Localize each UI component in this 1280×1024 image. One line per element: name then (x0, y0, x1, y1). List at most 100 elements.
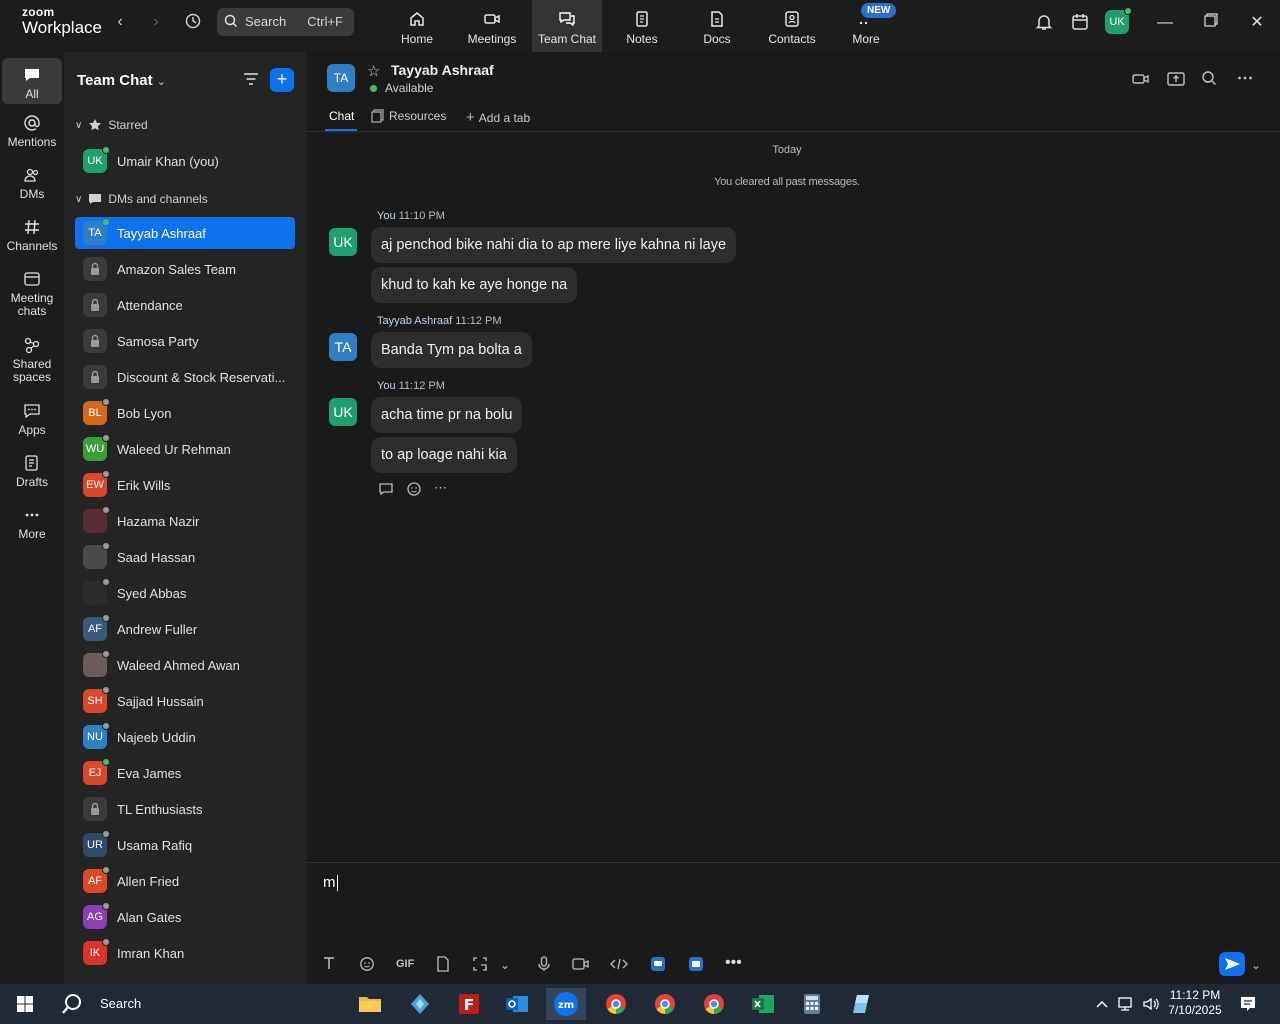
rail-dms[interactable]: DMs (2, 166, 62, 201)
nav-docs[interactable]: Docs (682, 0, 752, 52)
more-icon[interactable]: ••• (725, 954, 742, 972)
chrome-icon[interactable] (694, 988, 734, 1020)
message-bubble[interactable]: to ap loage nahi kia (371, 437, 517, 473)
nav-notes[interactable]: Notes (607, 0, 677, 52)
sidebar-item-attendance[interactable]: Attendance (75, 289, 295, 321)
chrome-icon[interactable] (645, 988, 685, 1020)
sidebar-item-erik-wills[interactable]: EW Erik Wills (75, 469, 295, 501)
tab-resources[interactable]: Resources (371, 109, 446, 123)
chrome-icon[interactable] (596, 988, 636, 1020)
sidebar-item-usama-rafiq[interactable]: UR Usama Rafiq (75, 829, 295, 861)
sidebar-item-bob-lyon[interactable]: BL Bob Lyon (75, 397, 295, 429)
restore-button[interactable] (1200, 12, 1222, 34)
sidebar-item-hazama-nazir[interactable]: Hazama Nazir (75, 505, 295, 537)
nav-contacts[interactable]: Contacts (757, 0, 827, 52)
close-button[interactable]: ✕ (1246, 12, 1268, 34)
file-explorer-icon[interactable] (350, 988, 390, 1020)
more-options-icon[interactable] (1237, 70, 1253, 89)
rail-all[interactable]: All (2, 58, 62, 104)
text-format-icon[interactable] (322, 956, 336, 973)
minimize-button[interactable]: — (1154, 12, 1176, 34)
app-shortcut-icon[interactable] (688, 956, 704, 975)
sidebar-item-allen-fried[interactable]: AF Allen Fried (75, 865, 295, 897)
sidebar-item-tl-enthusiasts[interactable]: TL Enthusiasts (75, 793, 295, 825)
global-search-box[interactable]: Search Ctrl+F (217, 8, 354, 36)
sidebar-item-sajjad-hussain[interactable]: SH Sajjad Hussain (75, 685, 295, 717)
calculator-icon[interactable] (792, 988, 832, 1020)
starred-section-header[interactable]: ∨ Starred (75, 115, 148, 135)
tab-chat[interactable]: Chat (329, 109, 354, 123)
rail-apps[interactable]: Apps (2, 402, 62, 437)
message-bubble[interactable]: Banda Tym pa bolta a (371, 332, 532, 368)
code-snippet-icon[interactable] (610, 956, 628, 975)
reply-icon[interactable] (378, 481, 394, 500)
nav-team-chat[interactable]: Team Chat (532, 0, 602, 52)
dms-section-header[interactable]: ∨ DMs and channels (75, 189, 208, 209)
avatar[interactable]: TA (329, 333, 357, 361)
back-arrow-icon[interactable]: ‹ (110, 12, 130, 32)
windows-start-icon[interactable] (5, 988, 45, 1020)
video-call-icon[interactable] (1132, 70, 1150, 91)
taskbar-search-label[interactable]: Search (100, 996, 141, 1011)
sidebar-title[interactable]: Team Chat ⌄ (77, 72, 166, 89)
message-bubble[interactable]: acha time pr na bolu (371, 397, 523, 433)
gif-button[interactable]: GIF (396, 958, 414, 970)
share-screen-icon[interactable] (1167, 70, 1185, 91)
chevron-down-icon[interactable]: ⌄ (500, 958, 510, 972)
system-clock[interactable]: 11:12 PM 7/10/2025 (1165, 988, 1225, 1018)
more-icon[interactable]: ⋯ (434, 481, 447, 500)
avatar[interactable]: UK (329, 398, 357, 426)
sidebar-item-najeeb-uddin[interactable]: NU Najeeb Uddin (75, 721, 295, 753)
rail-shared-spaces[interactable]: Shared spaces (2, 336, 62, 384)
notification-center-icon[interactable] (1230, 988, 1266, 1020)
volume-icon[interactable] (1139, 988, 1163, 1020)
sidebar-item-discount-stock-reservati[interactable]: Discount & Stock Reservati... (75, 361, 295, 393)
sidebar-item-alan-gates[interactable]: AG Alan Gates (75, 901, 295, 933)
app-icon[interactable] (841, 988, 881, 1020)
notification-bell-icon[interactable] (1034, 12, 1056, 34)
sidebar-item-syed-abbas[interactable]: Syed Abbas (75, 577, 295, 609)
filter-icon[interactable] (242, 70, 260, 91)
sidebar-item-amazon-sales-team[interactable]: Amazon Sales Team (75, 253, 295, 285)
rail-meeting-chats[interactable]: Meeting chats (2, 270, 62, 318)
rail-mentions[interactable]: Mentions (2, 114, 62, 149)
message-bubble[interactable]: khud to kah ke aye honge na (371, 267, 578, 303)
chevron-down-icon[interactable]: ⌄ (1251, 958, 1261, 972)
avatar[interactable]: UK (329, 228, 357, 256)
sidebar-item-eva-james[interactable]: EJ Eva James (75, 757, 295, 789)
microphone-icon[interactable] (537, 956, 551, 975)
send-button[interactable] (1219, 952, 1245, 976)
forward-arrow-icon[interactable]: › (146, 12, 166, 32)
file-icon[interactable] (435, 956, 451, 975)
sidebar-item-waleed-ahmed-awan[interactable]: Waleed Ahmed Awan (75, 649, 295, 681)
app-shortcut-icon[interactable] (650, 956, 666, 975)
search-icon[interactable] (52, 988, 92, 1020)
message-bubble[interactable]: aj penchod bike nahi dia to ap mere liye… (371, 227, 737, 263)
video-message-icon[interactable] (572, 956, 590, 975)
star-icon[interactable]: ☆ (367, 62, 380, 80)
sidebar-item-andrew-fuller[interactable]: AF Andrew Fuller (75, 613, 295, 645)
message-input[interactable]: m (323, 874, 338, 891)
sidebar-item-waleed-ur-rehman[interactable]: WU Waleed Ur Rehman (75, 433, 295, 465)
search-icon[interactable] (1201, 70, 1217, 89)
new-chat-button[interactable]: + (270, 68, 294, 92)
tab-add[interactable]: + Add a tab (466, 109, 530, 126)
sidebar-item-umair-khan[interactable]: UK Umair Khan (you) (75, 145, 295, 177)
rail-channels[interactable]: Channels (2, 218, 62, 253)
nav-home[interactable]: Home (382, 0, 452, 52)
excel-icon[interactable] (743, 988, 783, 1020)
sidebar-item-imran-khan[interactable]: IK Imran Khan (75, 937, 295, 969)
sidebar-item-samosa-party[interactable]: Samosa Party (75, 325, 295, 357)
history-icon[interactable] (183, 12, 203, 32)
emoji-icon[interactable] (359, 956, 375, 975)
nav-meetings[interactable]: Meetings (457, 0, 527, 52)
contact-name[interactable]: Tayyab Ashraaf (391, 62, 494, 78)
chevron-up-icon[interactable] (1090, 988, 1114, 1020)
user-avatar[interactable]: UK (1105, 7, 1132, 34)
filezilla-icon[interactable]: F (449, 988, 489, 1020)
rail-drafts[interactable]: Drafts (2, 454, 62, 489)
add-reaction-icon[interactable] (406, 481, 422, 500)
sidebar-item-tayyab-ashraaf[interactable]: TA Tayyab Ashraaf (75, 217, 295, 249)
rail-more[interactable]: More (2, 506, 62, 541)
calendar-icon[interactable] (1070, 12, 1092, 34)
